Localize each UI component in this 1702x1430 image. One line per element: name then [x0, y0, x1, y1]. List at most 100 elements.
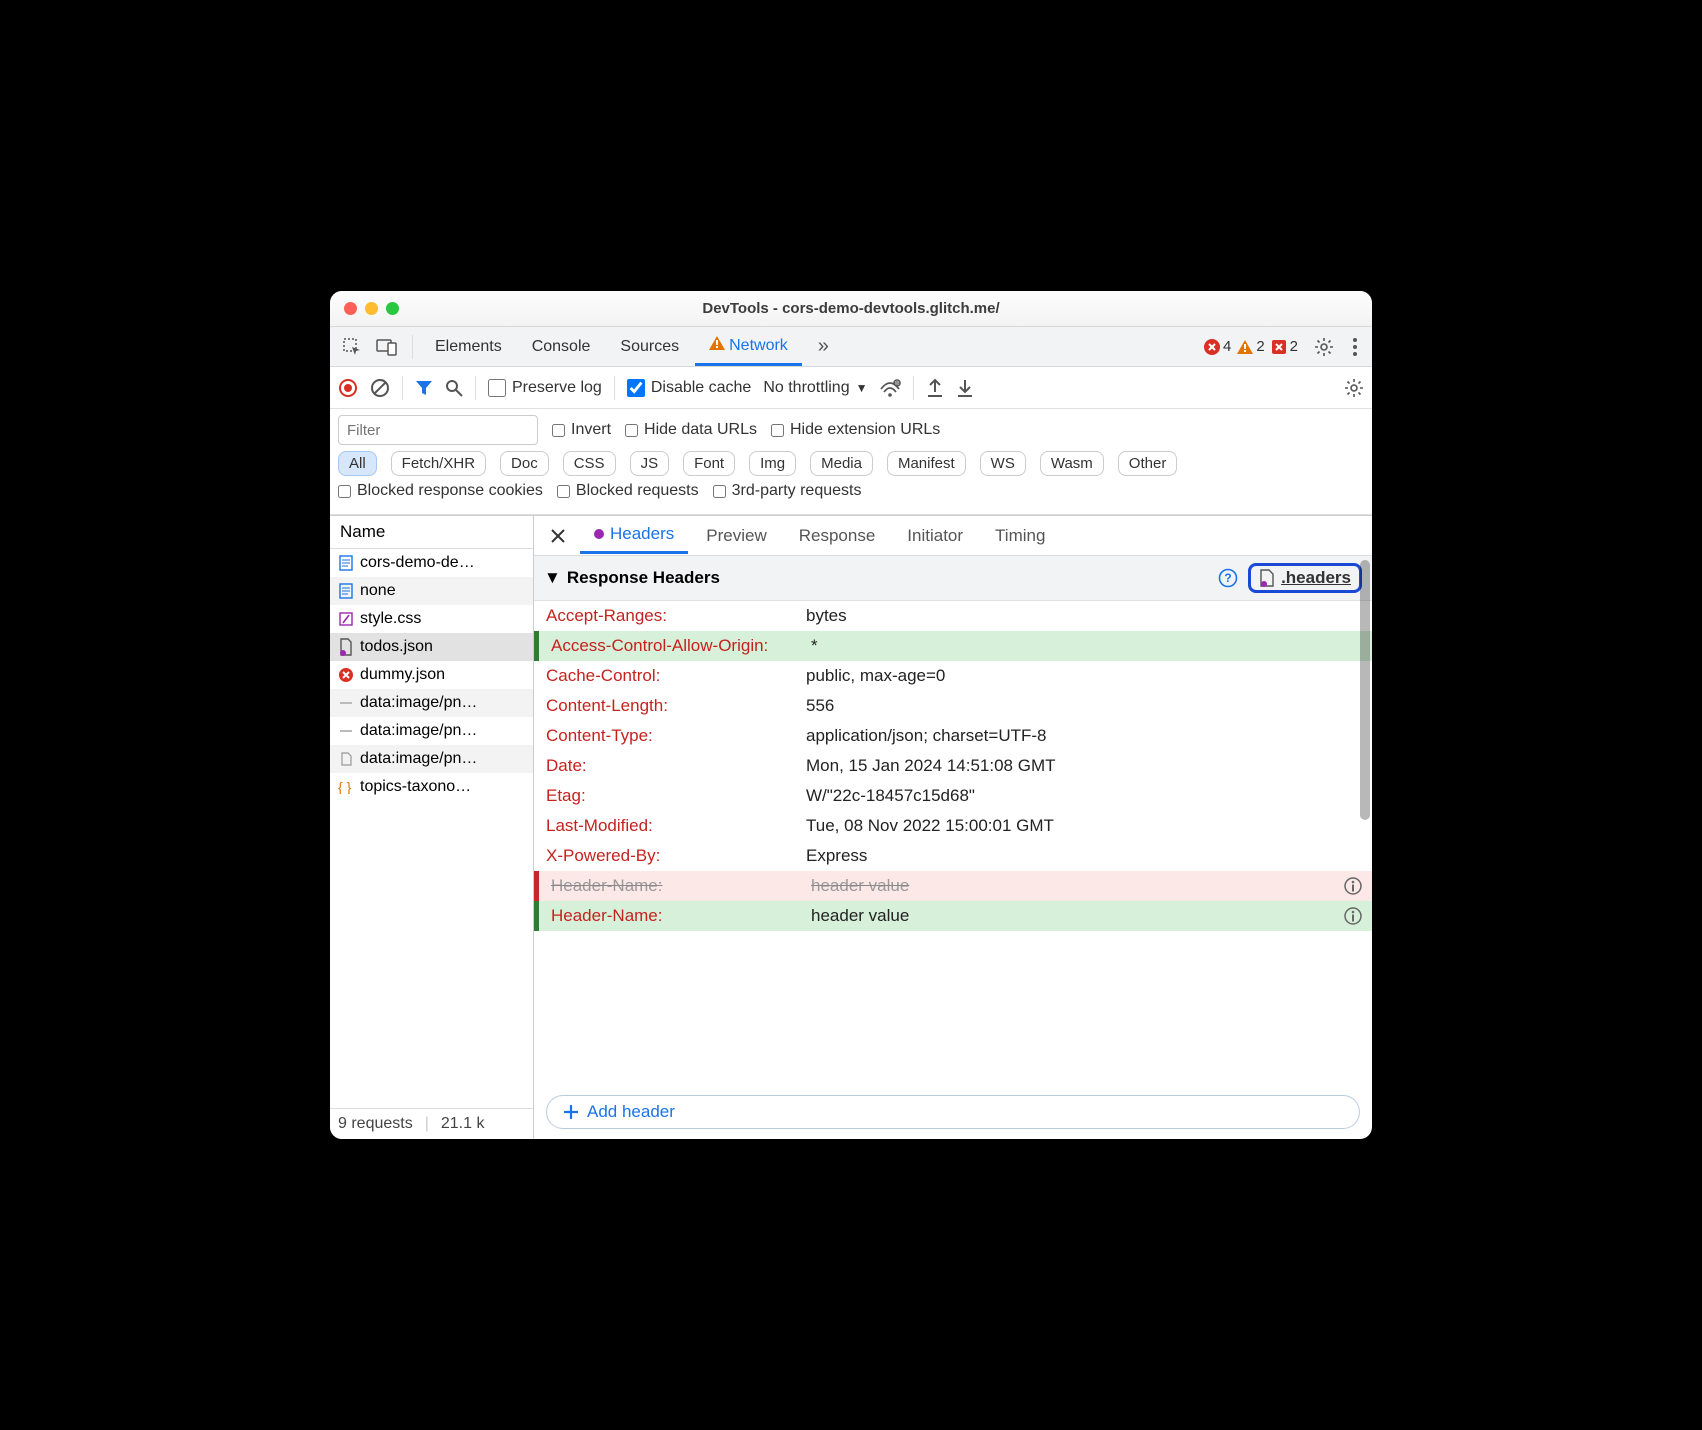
tab-sources[interactable]: Sources — [606, 330, 693, 364]
headers-override-file-link[interactable]: .headers — [1248, 563, 1362, 593]
export-har-icon[interactable] — [956, 378, 974, 398]
header-row: Header-Name:header value — [534, 871, 1372, 901]
plus-icon — [563, 1104, 579, 1120]
hide-data-urls-checkbox[interactable]: Hide data URLs — [625, 421, 757, 439]
clear-icon[interactable] — [370, 378, 390, 398]
dash-icon — [338, 695, 354, 711]
zoom-window-button[interactable] — [386, 302, 399, 315]
type-chip-ws[interactable]: WS — [980, 451, 1026, 476]
scrollbar-thumb[interactable] — [1360, 560, 1370, 820]
header-value: header value — [811, 876, 1360, 896]
tab-console[interactable]: Console — [518, 330, 605, 364]
filter-funnel-icon[interactable] — [415, 379, 433, 397]
issue-count-badge[interactable]: 2 — [1271, 338, 1298, 355]
header-key: Cache-Control: — [546, 666, 796, 686]
header-row: Content-Length:556 — [534, 691, 1372, 721]
transferred-size: 21.1 k — [441, 1115, 485, 1133]
svg-text:?: ? — [1224, 571, 1231, 585]
third-party-checkbox[interactable]: 3rd-party requests — [713, 482, 862, 500]
status-badges[interactable]: 4 2 2 — [1204, 338, 1298, 355]
blocked-cookies-checkbox[interactable]: Blocked response cookies — [338, 482, 543, 500]
request-row[interactable]: { }topics-taxono… — [330, 773, 533, 801]
request-name: dummy.json — [360, 666, 445, 684]
header-key: Last-Modified: — [546, 816, 796, 836]
import-har-icon[interactable] — [926, 378, 944, 398]
request-name: style.css — [360, 610, 421, 628]
add-header-button[interactable]: Add header — [546, 1095, 1360, 1129]
network-toolbar: Preserve log Disable cache No throttling… — [330, 367, 1372, 409]
tab-timing[interactable]: Timing — [981, 519, 1059, 553]
request-row[interactable]: data:image/pn… — [330, 717, 533, 745]
request-row[interactable]: cors-demo-de… — [330, 549, 533, 577]
file-override-icon — [1259, 569, 1275, 587]
settings-gear-icon[interactable] — [1306, 337, 1342, 357]
request-row[interactable]: style.css — [330, 605, 533, 633]
disable-cache-checkbox[interactable]: Disable cache — [627, 379, 752, 397]
search-icon[interactable] — [445, 379, 463, 397]
header-row: Date:Mon, 15 Jan 2024 14:51:08 GMT — [534, 751, 1372, 781]
info-icon[interactable] — [1344, 907, 1362, 925]
type-chip-font[interactable]: Font — [683, 451, 735, 476]
type-chip-media[interactable]: Media — [810, 451, 873, 476]
main-split: Name cors-demo-de… none style.css todos.jso… — [330, 515, 1372, 1139]
header-row: Access-Control-Allow-Origin:* — [534, 631, 1372, 661]
help-icon[interactable]: ? — [1218, 568, 1238, 588]
throttling-select[interactable]: No throttling ▼ — [763, 379, 867, 397]
error-count-badge[interactable]: 4 — [1204, 338, 1231, 355]
type-chip-all[interactable]: All — [338, 451, 377, 476]
tab-elements[interactable]: Elements — [421, 330, 516, 364]
type-chip-fetchxhr[interactable]: Fetch/XHR — [391, 451, 486, 476]
kebab-menu-icon[interactable] — [1344, 337, 1366, 357]
inspect-icon[interactable] — [336, 337, 368, 357]
header-row: Accept-Ranges:bytes — [534, 601, 1372, 631]
panel-settings-gear-icon[interactable] — [1344, 378, 1364, 398]
response-headers-section[interactable]: ▼ Response Headers ? .headers — [534, 556, 1372, 601]
css-purple-icon — [338, 611, 354, 627]
minimize-window-button[interactable] — [365, 302, 378, 315]
close-window-button[interactable] — [344, 302, 357, 315]
type-chip-doc[interactable]: Doc — [500, 451, 549, 476]
request-row[interactable]: todos.json — [330, 633, 533, 661]
network-conditions-icon[interactable] — [879, 379, 901, 397]
tab-response[interactable]: Response — [785, 519, 890, 553]
blocked-requests-checkbox[interactable]: Blocked requests — [557, 482, 699, 500]
type-chip-img[interactable]: Img — [749, 451, 796, 476]
file-sm-icon — [338, 751, 354, 767]
device-toggle-icon[interactable] — [370, 338, 404, 356]
tab-initiator[interactable]: Initiator — [893, 519, 977, 553]
warning-count-badge[interactable]: 2 — [1237, 338, 1264, 355]
headers-list: Accept-Ranges:bytesAccess-Control-Allow-… — [534, 601, 1372, 1085]
type-chip-wasm[interactable]: Wasm — [1040, 451, 1104, 476]
override-indicator-dot-icon — [594, 529, 604, 539]
tab-headers[interactable]: Headers — [580, 517, 688, 554]
tab-more[interactable]: » — [804, 327, 843, 366]
close-details-button[interactable] — [540, 524, 576, 548]
type-filter-chips: All Fetch/XHR Doc CSS JS Font Img Media Manifest… — [338, 451, 1364, 476]
record-button[interactable] — [338, 378, 358, 398]
request-row[interactable]: data:image/pn… — [330, 745, 533, 773]
name-column-header[interactable]: Name — [330, 516, 533, 549]
svg-text:{ }: { } — [338, 780, 352, 794]
panel-tabbar: Elements Console Sources Network » 4 2 2 — [330, 327, 1372, 367]
type-chip-manifest[interactable]: Manifest — [887, 451, 966, 476]
doc-blue-icon — [338, 555, 354, 571]
tab-network[interactable]: Network — [695, 328, 802, 366]
request-row[interactable]: none — [330, 577, 533, 605]
request-count: 9 requests — [338, 1115, 413, 1133]
filter-input[interactable] — [338, 415, 538, 445]
header-key: Header-Name: — [551, 906, 801, 926]
type-chip-css[interactable]: CSS — [563, 451, 616, 476]
info-icon[interactable] — [1344, 877, 1362, 895]
hide-extension-urls-checkbox[interactable]: Hide extension URLs — [771, 421, 940, 439]
type-chip-other[interactable]: Other — [1118, 451, 1178, 476]
request-row[interactable]: data:image/pn… — [330, 689, 533, 717]
request-row[interactable]: dummy.json — [330, 661, 533, 689]
preserve-log-checkbox[interactable]: Preserve log — [488, 379, 602, 397]
tab-preview[interactable]: Preview — [692, 519, 780, 553]
type-chip-js[interactable]: JS — [630, 451, 670, 476]
request-name: cors-demo-de… — [360, 554, 475, 572]
details-pane: Headers Preview Response Initiator Timin… — [534, 516, 1372, 1139]
invert-checkbox[interactable]: Invert — [552, 421, 611, 439]
header-key: X-Powered-By: — [546, 846, 796, 866]
request-name: none — [360, 582, 396, 600]
